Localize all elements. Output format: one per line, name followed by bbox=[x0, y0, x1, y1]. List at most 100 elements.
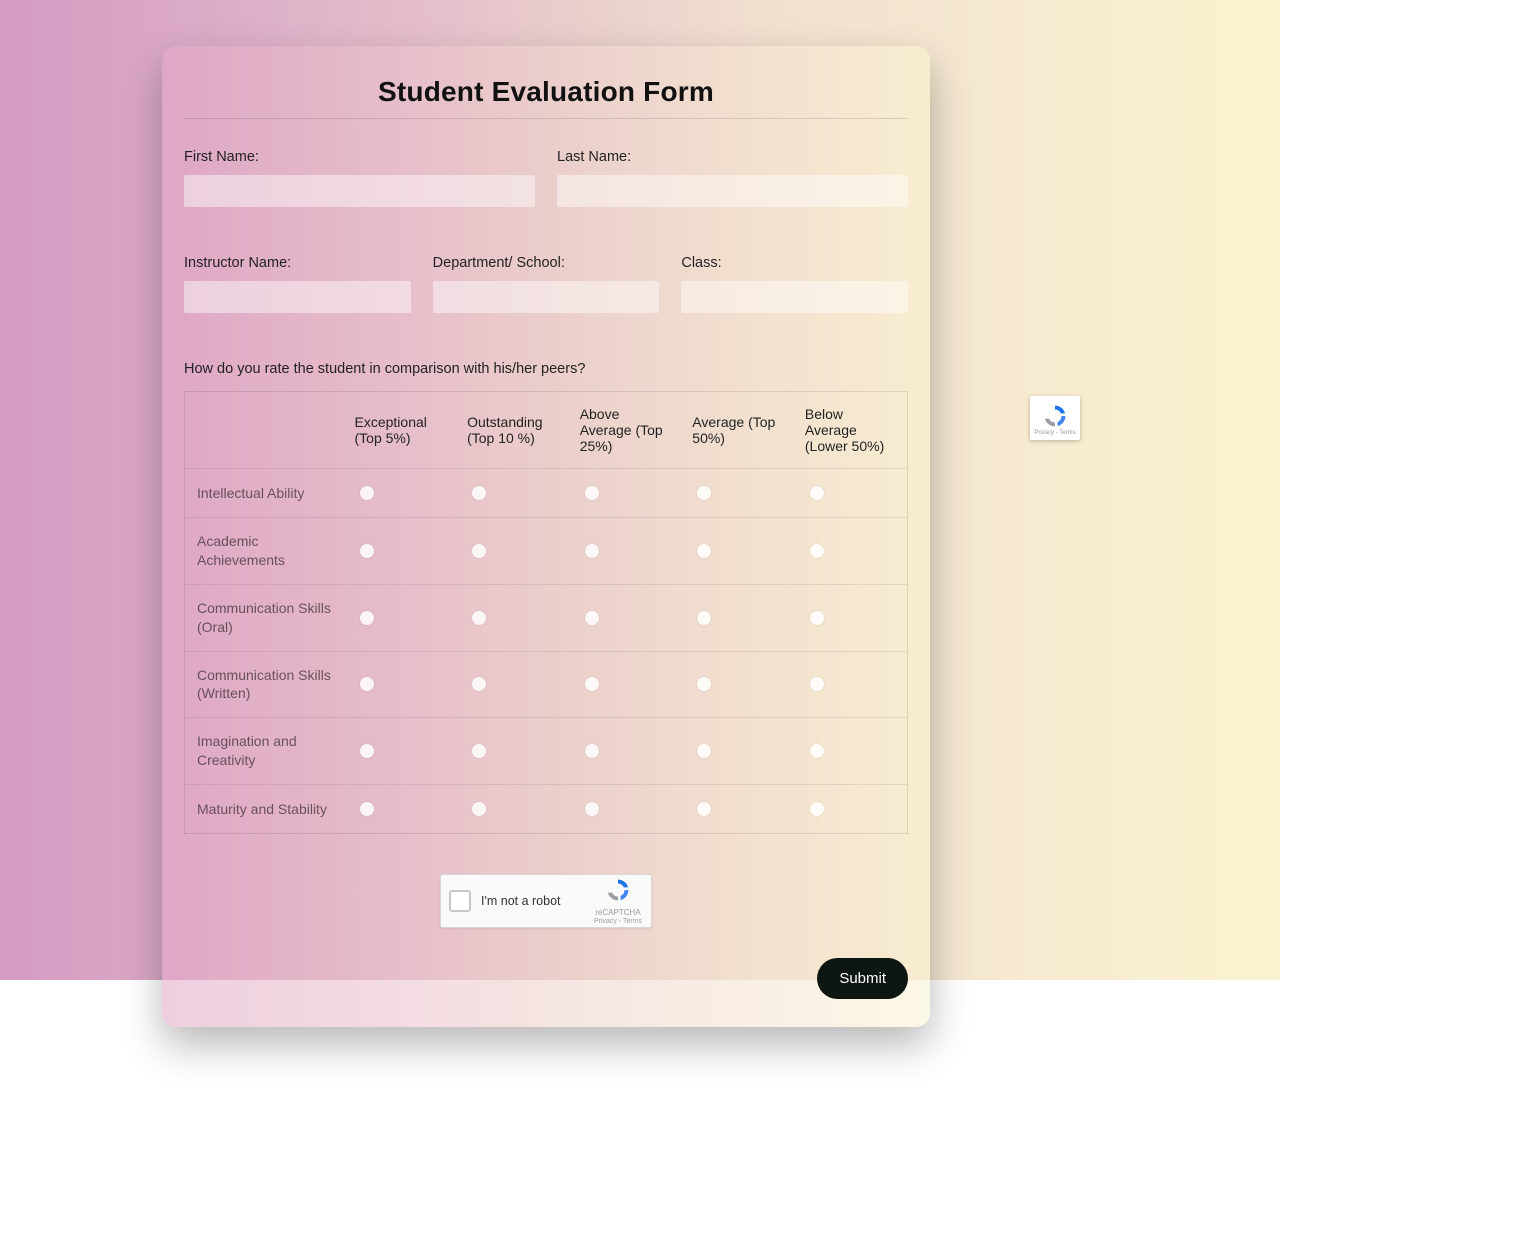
matrix-row: Imagination and Creativity bbox=[185, 718, 908, 785]
matrix-corner bbox=[185, 392, 345, 469]
matrix-cell bbox=[795, 469, 908, 518]
class-input[interactable] bbox=[681, 281, 908, 313]
class-label: Class: bbox=[681, 255, 908, 271]
submit-row: Submit bbox=[184, 958, 908, 999]
matrix-cell bbox=[682, 518, 795, 585]
rating-radio[interactable] bbox=[697, 486, 711, 500]
matrix-cell bbox=[795, 785, 908, 834]
rating-radio[interactable] bbox=[697, 611, 711, 625]
rating-radio[interactable] bbox=[585, 544, 599, 558]
rating-radio[interactable] bbox=[810, 486, 824, 500]
recaptcha-links: Privacy - Terms bbox=[593, 918, 643, 925]
title-rule bbox=[184, 118, 908, 119]
matrix-cell bbox=[345, 584, 458, 651]
rating-radio[interactable] bbox=[472, 486, 486, 500]
recaptcha-badge[interactable]: Privacy - Terms bbox=[1030, 396, 1080, 440]
first-name-field: First Name: bbox=[184, 149, 535, 207]
name-row: First Name: Last Name: bbox=[184, 149, 908, 207]
row-label: Maturity and Stability bbox=[185, 785, 345, 834]
rating-radio[interactable] bbox=[585, 744, 599, 758]
department-label: Department/ School: bbox=[433, 255, 660, 271]
rating-radio[interactable] bbox=[360, 744, 374, 758]
matrix-cell bbox=[345, 785, 458, 834]
matrix-cell bbox=[682, 651, 795, 718]
department-field: Department/ School: bbox=[433, 255, 660, 313]
class-field: Class: bbox=[681, 255, 908, 313]
rating-radio[interactable] bbox=[810, 611, 824, 625]
matrix-question: How do you rate the student in compariso… bbox=[184, 361, 908, 377]
col-header: Average (Top 50%) bbox=[682, 392, 795, 469]
rating-radio[interactable] bbox=[585, 677, 599, 691]
matrix-cell bbox=[457, 651, 570, 718]
matrix-cell bbox=[345, 518, 458, 585]
last-name-input[interactable] bbox=[557, 175, 908, 207]
col-header: Below Average (Lower 50%) bbox=[795, 392, 908, 469]
rating-radio[interactable] bbox=[360, 802, 374, 816]
matrix-cell bbox=[570, 718, 683, 785]
matrix-cell bbox=[457, 718, 570, 785]
submit-button[interactable]: Submit bbox=[817, 958, 908, 999]
matrix-row: Maturity and Stability bbox=[185, 785, 908, 834]
last-name-label: Last Name: bbox=[557, 149, 908, 165]
matrix-header-row: Exceptional (Top 5%) Outstanding (Top 10… bbox=[185, 392, 908, 469]
first-name-label: First Name: bbox=[184, 149, 535, 165]
rating-radio[interactable] bbox=[697, 802, 711, 816]
matrix-cell bbox=[345, 718, 458, 785]
matrix-cell bbox=[795, 651, 908, 718]
matrix-cell bbox=[457, 518, 570, 585]
rating-radio[interactable] bbox=[360, 611, 374, 625]
recaptcha-badge-links: Privacy - Terms bbox=[1034, 430, 1075, 436]
rating-radio[interactable] bbox=[472, 744, 486, 758]
rating-radio[interactable] bbox=[360, 544, 374, 558]
rating-radio[interactable] bbox=[810, 677, 824, 691]
recaptcha-checkbox[interactable] bbox=[449, 890, 471, 912]
rating-radio[interactable] bbox=[360, 677, 374, 691]
rating-matrix: Exceptional (Top 5%) Outstanding (Top 10… bbox=[184, 391, 908, 834]
matrix-cell bbox=[345, 469, 458, 518]
rating-radio[interactable] bbox=[472, 802, 486, 816]
matrix-cell bbox=[457, 584, 570, 651]
matrix-cell bbox=[795, 584, 908, 651]
matrix-cell bbox=[345, 651, 458, 718]
rating-radio[interactable] bbox=[472, 544, 486, 558]
matrix-row: Communication Skills (Oral) bbox=[185, 584, 908, 651]
col-header: Exceptional (Top 5%) bbox=[345, 392, 458, 469]
rating-radio[interactable] bbox=[810, 744, 824, 758]
rating-radio[interactable] bbox=[810, 544, 824, 558]
rating-radio[interactable] bbox=[472, 611, 486, 625]
matrix-row: Communication Skills (Written) bbox=[185, 651, 908, 718]
first-name-input[interactable] bbox=[184, 175, 535, 207]
matrix-cell bbox=[570, 785, 683, 834]
row-label: Intellectual Ability bbox=[185, 469, 345, 518]
row-label: Communication Skills (Written) bbox=[185, 651, 345, 718]
rating-radio[interactable] bbox=[585, 611, 599, 625]
matrix-cell bbox=[457, 469, 570, 518]
recaptcha-widget[interactable]: I'm not a robot reCAPTCHA Privacy - Term… bbox=[440, 874, 652, 928]
rating-radio[interactable] bbox=[810, 802, 824, 816]
rating-radio[interactable] bbox=[472, 677, 486, 691]
row-label: Communication Skills (Oral) bbox=[185, 584, 345, 651]
matrix-cell bbox=[795, 518, 908, 585]
rating-radio[interactable] bbox=[697, 744, 711, 758]
instructor-row: Instructor Name: Department/ School: Cla… bbox=[184, 255, 908, 313]
matrix-cell bbox=[682, 785, 795, 834]
last-name-field: Last Name: bbox=[557, 149, 908, 207]
matrix-cell bbox=[457, 785, 570, 834]
col-header: Outstanding (Top 10 %) bbox=[457, 392, 570, 469]
recaptcha-icon bbox=[605, 877, 631, 903]
matrix-cell bbox=[570, 469, 683, 518]
instructor-field: Instructor Name: bbox=[184, 255, 411, 313]
department-input[interactable] bbox=[433, 281, 660, 313]
instructor-input[interactable] bbox=[184, 281, 411, 313]
recaptcha-icon bbox=[1042, 403, 1068, 429]
recaptcha-wrap: I'm not a robot reCAPTCHA Privacy - Term… bbox=[184, 874, 908, 928]
rating-radio[interactable] bbox=[360, 486, 374, 500]
rating-radio[interactable] bbox=[697, 544, 711, 558]
matrix-cell bbox=[570, 584, 683, 651]
matrix-row: Academic Achievements bbox=[185, 518, 908, 585]
recaptcha-label: I'm not a robot bbox=[481, 894, 593, 908]
rating-radio[interactable] bbox=[697, 677, 711, 691]
rating-radio[interactable] bbox=[585, 802, 599, 816]
rating-radio[interactable] bbox=[585, 486, 599, 500]
matrix-cell bbox=[682, 469, 795, 518]
